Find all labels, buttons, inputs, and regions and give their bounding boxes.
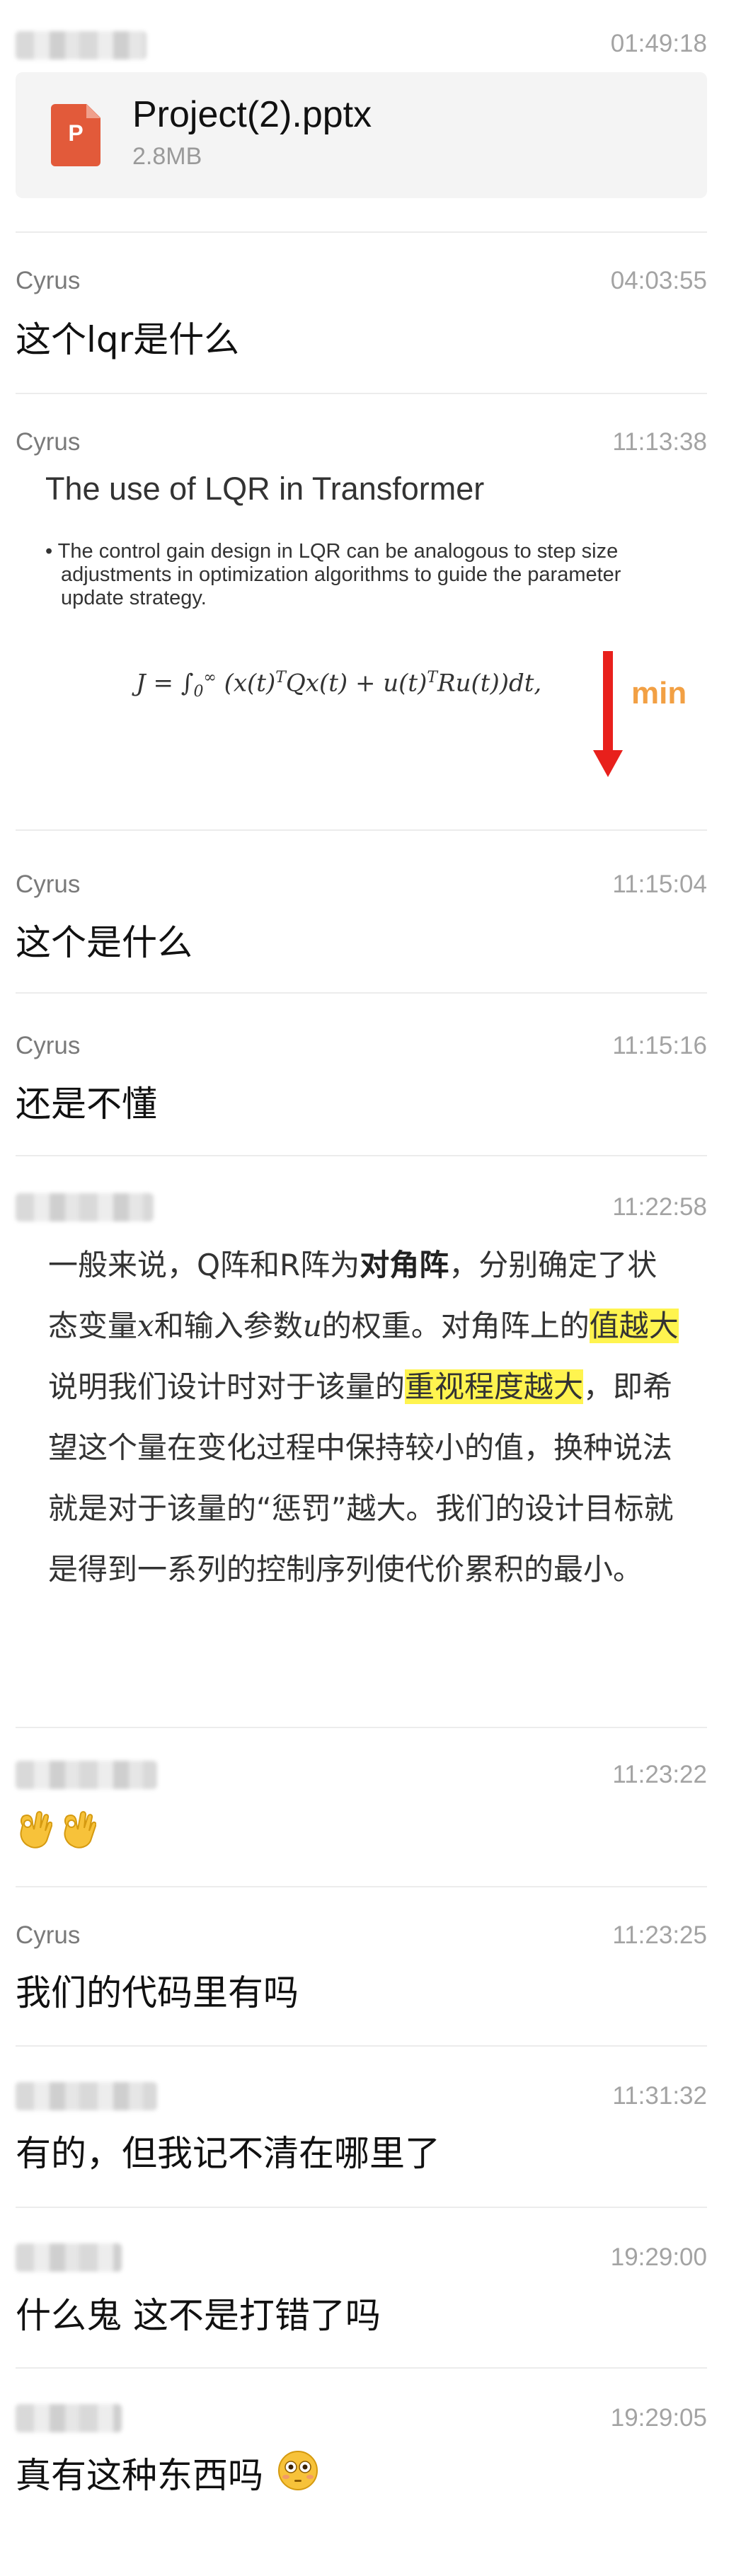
message-time: 11:22:58 [612,1193,707,1221]
blurred-sender-name [16,2082,157,2110]
blurred-sender-name [16,2404,122,2432]
message-time: 19:29:00 [610,2243,707,2271]
highlighted-text: 重视程度越大 [405,1369,584,1404]
sender-name: Cyrus [16,1032,81,1059]
sender-name: Cyrus [16,1921,81,1949]
message-divider [16,829,707,831]
flushed-face-icon [278,2451,318,2490]
down-arrow-icon [593,651,623,777]
ok-hand-icon [20,1811,52,1848]
message-divider [16,2045,707,2047]
blurred-sender-name [16,31,147,59]
message-time: 04:03:55 [610,267,707,294]
sender-name: Cyrus [16,428,81,456]
slide-formula: J = ∫0∞ (x(t)TQx(t) + u(t)TRu(t))dt, [136,669,542,701]
message-text: 还是不懂 [16,1083,157,1125]
message-divider [16,393,707,394]
highlighted-text: 值越大 [589,1309,679,1343]
message-time: 11:13:38 [612,428,707,456]
message-divider [16,1727,707,1728]
file-attachment-card[interactable]: P Project(2).pptx 2.8MB [16,72,707,198]
slide-image[interactable]: The use of LQR in Transformer • The cont… [16,456,707,789]
blurred-sender-name [16,1761,157,1789]
message-time: 11:15:16 [612,1032,707,1059]
message-text: 什么鬼 这不是打错了吗 [16,2295,381,2336]
message-time: 19:29:05 [610,2404,707,2432]
file-icon-letter: P [68,120,84,146]
blurred-sender-name [16,2243,122,2272]
message-time: 11:23:25 [612,1921,707,1949]
message-time: 11:31:32 [612,2082,707,2110]
message-divider [16,992,707,994]
file-name: Project(2).pptx [132,94,372,135]
message-text: 这个lqr是什么 [16,319,240,360]
message-divider [16,1886,707,1887]
message-time: 01:49:18 [610,30,707,57]
message-text: 真有这种东西吗 [16,2455,263,2496]
message-divider [16,231,707,233]
sender-name: Cyrus [16,870,81,898]
file-icon-fold [86,104,100,118]
ok-hand-icon [64,1811,96,1848]
message-divider [16,1155,707,1156]
blurred-sender-name [16,1193,154,1221]
slide-title: The use of LQR in Transformer [45,471,485,507]
message-divider [16,2367,707,2369]
sender-name: Cyrus [16,267,81,294]
explanation-paragraph: 一般来说，Q阵和R阵为对角阵，分别确定了状态变量x和输入参数u的权重。对角阵上的… [48,1248,679,1587]
message-text: 我们的代码里有吗 [16,1972,299,2013]
message-divider [16,2207,707,2208]
file-size: 2.8MB [132,143,202,170]
slide-bullet: • The control gain design in LQR can be … [45,540,621,609]
message-text: 有的，但我记不清在哪里了 [16,2133,440,2174]
message-time: 11:23:22 [612,1761,707,1788]
message-time: 11:15:04 [612,870,707,898]
message-text: 这个是什么 [16,922,193,963]
slide-annotation: min [631,676,687,711]
